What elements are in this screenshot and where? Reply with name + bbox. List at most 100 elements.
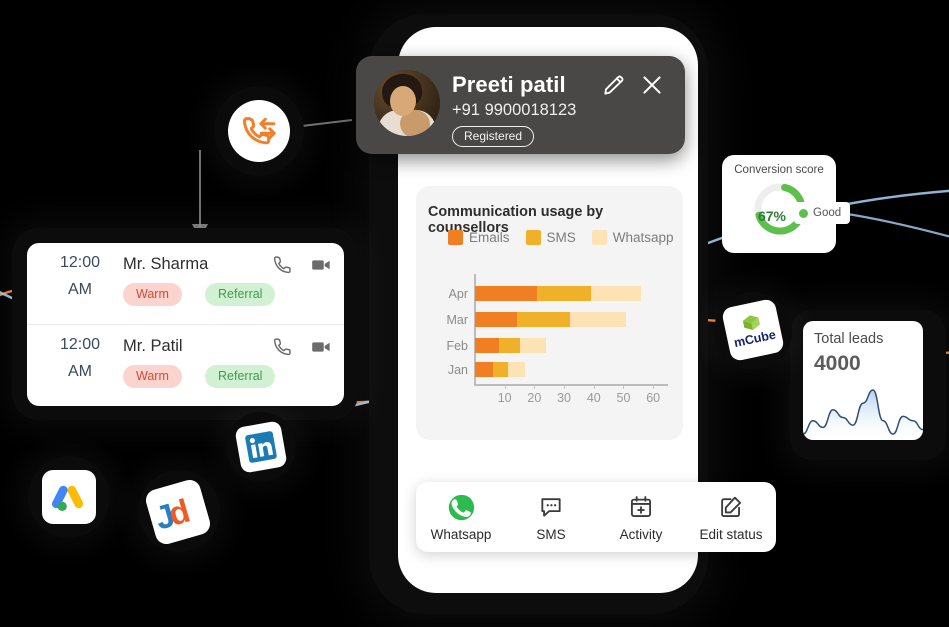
chart-y-tick-label: Jan: [447, 363, 468, 377]
chart-x-tick: [504, 384, 506, 389]
google-ads-badge[interactable]: [42, 470, 96, 524]
lead-name: Mr. Sharma: [123, 255, 209, 273]
action-whatsapp[interactable]: Whatsapp: [416, 492, 506, 542]
contact-header-card: Preeti patil +91 9900018123 Registered: [356, 56, 685, 154]
legend-item-emails: Emails: [448, 230, 510, 245]
conversion-score-rating-label: Good: [813, 207, 842, 219]
table-row[interactable]: 12:00 AM Mr. Patil Warm Referral: [27, 324, 344, 406]
status-badge-warm: Warm: [123, 365, 182, 388]
action-label: Edit status: [699, 527, 763, 542]
chart-legend: Emails SMS Whatsapp: [448, 230, 683, 245]
chart-segment-whatsapp: [519, 338, 547, 353]
edit-square-icon: [686, 492, 776, 522]
chart-x-tick: [564, 384, 566, 389]
chart-x-tick: [653, 384, 655, 389]
action-bar: Whatsapp SMS Activity Edit status: [416, 482, 776, 552]
legend-label-sms: SMS: [546, 230, 576, 245]
status-dot: [799, 208, 808, 218]
chart-x-tick-label: 30: [557, 391, 572, 405]
action-label: Activity: [619, 527, 663, 542]
phone-icon[interactable]: [272, 336, 294, 363]
chart-bar-feb: [475, 338, 547, 353]
total-leads-value: 4000: [814, 352, 861, 375]
communication-usage-chart-card: Communication usage by counsellors Email…: [416, 186, 683, 440]
chart-x-tick-label: 40: [586, 391, 601, 405]
avatar: [374, 70, 440, 136]
pencil-icon[interactable]: [601, 72, 627, 98]
chart-bar-apr: [475, 286, 642, 301]
chart-y-tick-label: Apr: [448, 287, 468, 301]
chart-bar-jan: [475, 362, 526, 377]
chart-segment-emails: [475, 286, 538, 301]
total-leads-card: Total leads 4000: [803, 321, 923, 440]
chart-segment-whatsapp: [590, 286, 642, 301]
whatsapp-icon: [416, 492, 506, 522]
promo-composition: Preeti patil +91 9900018123 Registered C…: [0, 0, 949, 627]
chart-segment-sms: [492, 362, 508, 377]
chart-x-axis: [474, 384, 668, 386]
chart-segment-sms: [537, 286, 591, 301]
message-icon: [506, 492, 596, 522]
lead-ampm: AM: [68, 363, 92, 380]
chart-x-tick: [593, 384, 595, 389]
mcube-label: mCube: [732, 327, 778, 351]
action-label: SMS: [536, 527, 566, 542]
video-camera-icon[interactable]: [310, 336, 332, 363]
call-transfer-icon: [242, 117, 276, 145]
mcube-badge[interactable]: mCube: [720, 297, 786, 363]
video-camera-icon[interactable]: [310, 254, 332, 281]
legend-item-whatsapp: Whatsapp: [591, 230, 674, 245]
chart-x-tick-label: 60: [646, 391, 661, 405]
chart-y-tick-label: Feb: [446, 339, 468, 353]
calendar-plus-icon: [596, 492, 686, 522]
leads-card: 12:00 AM Mr. Sharma Warm Referral 12:00 …: [27, 243, 344, 406]
chart-segment-whatsapp: [507, 362, 526, 377]
phone-icon[interactable]: [272, 254, 294, 281]
action-sms[interactable]: SMS: [506, 492, 596, 542]
chart-segment-sms: [498, 338, 520, 353]
google-ads-icon: [52, 485, 84, 511]
legend-swatch-emails: [448, 230, 463, 245]
chart-plot-area: Apr Mar Feb Jan 10 20 30 40 50 60: [434, 274, 670, 409]
chart-segment-sms: [516, 312, 570, 327]
chart-segment-emails: [475, 362, 493, 377]
chart-y-tick-label: Mar: [446, 313, 468, 327]
conversion-score-title: Conversion score: [734, 164, 824, 176]
lead-time: 12:00: [59, 254, 101, 271]
chart-segment-whatsapp: [570, 312, 627, 327]
lead-ampm: AM: [68, 281, 92, 298]
action-activity[interactable]: Activity: [596, 492, 686, 542]
chart-x-tick-label: 50: [616, 391, 631, 405]
conversion-score-value: 67%: [757, 208, 787, 224]
call-transfer-badge[interactable]: [228, 100, 290, 162]
conversion-score-rating: Good: [794, 202, 851, 224]
total-leads-sparkline: [803, 389, 923, 440]
legend-swatch-sms: [525, 230, 541, 245]
justdial-icon: J d: [151, 492, 194, 537]
status-badge-referral: Referral: [205, 365, 276, 388]
chart-x-tick: [623, 384, 625, 389]
status-badge: Registered: [452, 126, 535, 147]
action-label: Whatsapp: [430, 527, 492, 542]
linkedin-badge[interactable]: [234, 420, 288, 474]
contact-name: Preeti patil: [452, 72, 566, 97]
linkedin-icon: [245, 431, 277, 463]
chart-segment-emails: [475, 338, 499, 353]
status-badge-warm: Warm: [123, 283, 182, 306]
contact-phone: +91 9900018123: [452, 101, 577, 119]
legend-swatch-whatsapp: [591, 230, 607, 245]
lead-name: Mr. Patil: [123, 337, 183, 355]
total-leads-title: Total leads: [814, 331, 884, 347]
chart-x-tick-label: 10: [497, 391, 512, 405]
lead-time: 12:00: [59, 336, 101, 353]
chart-x-tick: [534, 384, 536, 389]
chart-x-tick-label: 20: [527, 391, 542, 405]
close-icon[interactable]: [639, 72, 665, 98]
chart-bar-mar: [475, 312, 627, 327]
legend-label-emails: Emails: [469, 230, 510, 245]
action-edit-status[interactable]: Edit status: [686, 492, 776, 542]
table-row[interactable]: 12:00 AM Mr. Sharma Warm Referral: [27, 243, 344, 324]
conversion-score-card: Conversion score 67% Good: [722, 155, 851, 253]
chart-segment-emails: [475, 312, 517, 327]
legend-item-sms: SMS: [525, 230, 576, 245]
